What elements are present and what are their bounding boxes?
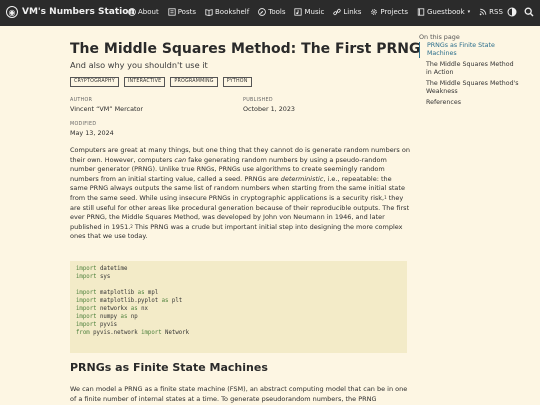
info-icon [128, 8, 136, 16]
nav-music[interactable]: Music [294, 8, 324, 16]
book-icon [205, 9, 213, 16]
footnote-link-1[interactable]: 1 [384, 195, 387, 200]
nav-label-posts[interactable]: Posts [178, 8, 196, 16]
book-icon [417, 8, 425, 16]
nav-rss[interactable]: RSS [479, 8, 503, 16]
nav-label-about[interactable]: About [138, 8, 159, 16]
nav-label-bookshelf[interactable]: Bookshelf [215, 8, 249, 16]
tag-programming[interactable]: PROGRAMMING [170, 77, 218, 87]
tag-python[interactable]: PYTHON [222, 77, 252, 87]
section-heading: PRNGs as Finite State Machines [70, 361, 268, 374]
code-line: from pyvis.network import Network [76, 330, 190, 337]
list-icon [168, 8, 176, 16]
nav-links: About Posts Bookshelf Tools Music Links … [128, 8, 512, 16]
nav-bookshelf[interactable]: Bookshelf [205, 8, 249, 16]
code-line: import datetime [76, 266, 128, 272]
author-label: AUTHOR [70, 98, 93, 103]
code-line: import numpy as np [76, 314, 138, 321]
code-line: import sys [76, 274, 111, 281]
code-line: import networkx as nx [76, 306, 148, 313]
top-navbar: ◉ VM's Numbers Station About Posts Books… [0, 0, 540, 26]
intro-emphasis-deterministic: deterministic [280, 174, 324, 183]
modified-label: MODIFIED [70, 122, 97, 127]
nav-guestbook[interactable]: Guestbook ▾ [417, 8, 470, 16]
radio-station-icon: ◉ [6, 6, 18, 18]
nav-links-item[interactable]: Links [333, 8, 361, 16]
section-paragraph: We can model a PRNG as a finite state ma… [70, 385, 408, 403]
wrench-icon [258, 8, 267, 16]
tag-list: CRYPTOGRAPHY INTERACTIVE PROGRAMMING PYT… [70, 77, 252, 87]
page-subtitle: And also why you shouldn't use it [70, 60, 208, 70]
toc-item-references[interactable]: References [419, 99, 519, 107]
table-of-contents: PRNGs as Finite State Machines The Middl… [419, 42, 519, 110]
tag-cryptography[interactable]: CRYPTOGRAPHY [70, 77, 119, 87]
intro-emphasis-can: can [174, 155, 187, 164]
site-brand[interactable]: ◉ VM's Numbers Station [6, 6, 135, 18]
site-title[interactable]: VM's Numbers Station [22, 7, 135, 17]
nav-projects[interactable]: Projects [370, 8, 408, 16]
page-title: The Middle Squares Method: The First PRN… [70, 41, 421, 57]
nav-label-links[interactable]: Links [343, 8, 361, 16]
modified-date: May 13, 2024 [70, 129, 114, 137]
chevron-down-icon: ▾ [467, 9, 471, 15]
music-icon [294, 8, 303, 16]
author-name: Vincent “VM” Mercator [70, 105, 144, 113]
toc-item-weakness[interactable]: The Middle Squares Method's Weakness [419, 80, 519, 96]
tag-interactive[interactable]: INTERACTIVE [123, 77, 166, 87]
nav-about[interactable]: About [128, 8, 159, 16]
code-line: import matplotlib.pyplot as plt [76, 298, 183, 305]
toc-item-prngs-fsm[interactable]: PRNGs as Finite State Machines [419, 42, 519, 58]
theme-toggle-icon[interactable] [507, 7, 517, 17]
search-icon[interactable] [524, 7, 534, 17]
footnote-link-2[interactable]: 2 [130, 224, 133, 229]
published-label: PUBLISHED [243, 98, 273, 103]
code-line: import pyvis [76, 322, 118, 329]
nav-label-rss[interactable]: RSS [489, 8, 503, 16]
code-block[interactable]: import datetime import sys import matplo… [70, 261, 407, 353]
intro-paragraph: Computers are great at many things, but … [70, 146, 410, 242]
nav-label-music[interactable]: Music [304, 8, 324, 16]
nav-tools[interactable]: Tools [258, 8, 285, 16]
nav-actions [507, 7, 534, 17]
nav-label-guestbook[interactable]: Guestbook [427, 8, 465, 16]
link-icon [333, 8, 342, 16]
toc-title: On this page [419, 33, 460, 41]
toc-item-in-action[interactable]: The Middle Squares Method in Action [419, 61, 519, 77]
nav-label-tools[interactable]: Tools [268, 8, 285, 16]
nav-label-projects[interactable]: Projects [380, 8, 408, 16]
code-line: import matplotlib as mpl [76, 290, 159, 297]
rss-icon [479, 8, 487, 16]
gear-icon [371, 9, 378, 15]
published-date: October 1, 2023 [243, 105, 295, 113]
nav-posts[interactable]: Posts [168, 8, 196, 16]
